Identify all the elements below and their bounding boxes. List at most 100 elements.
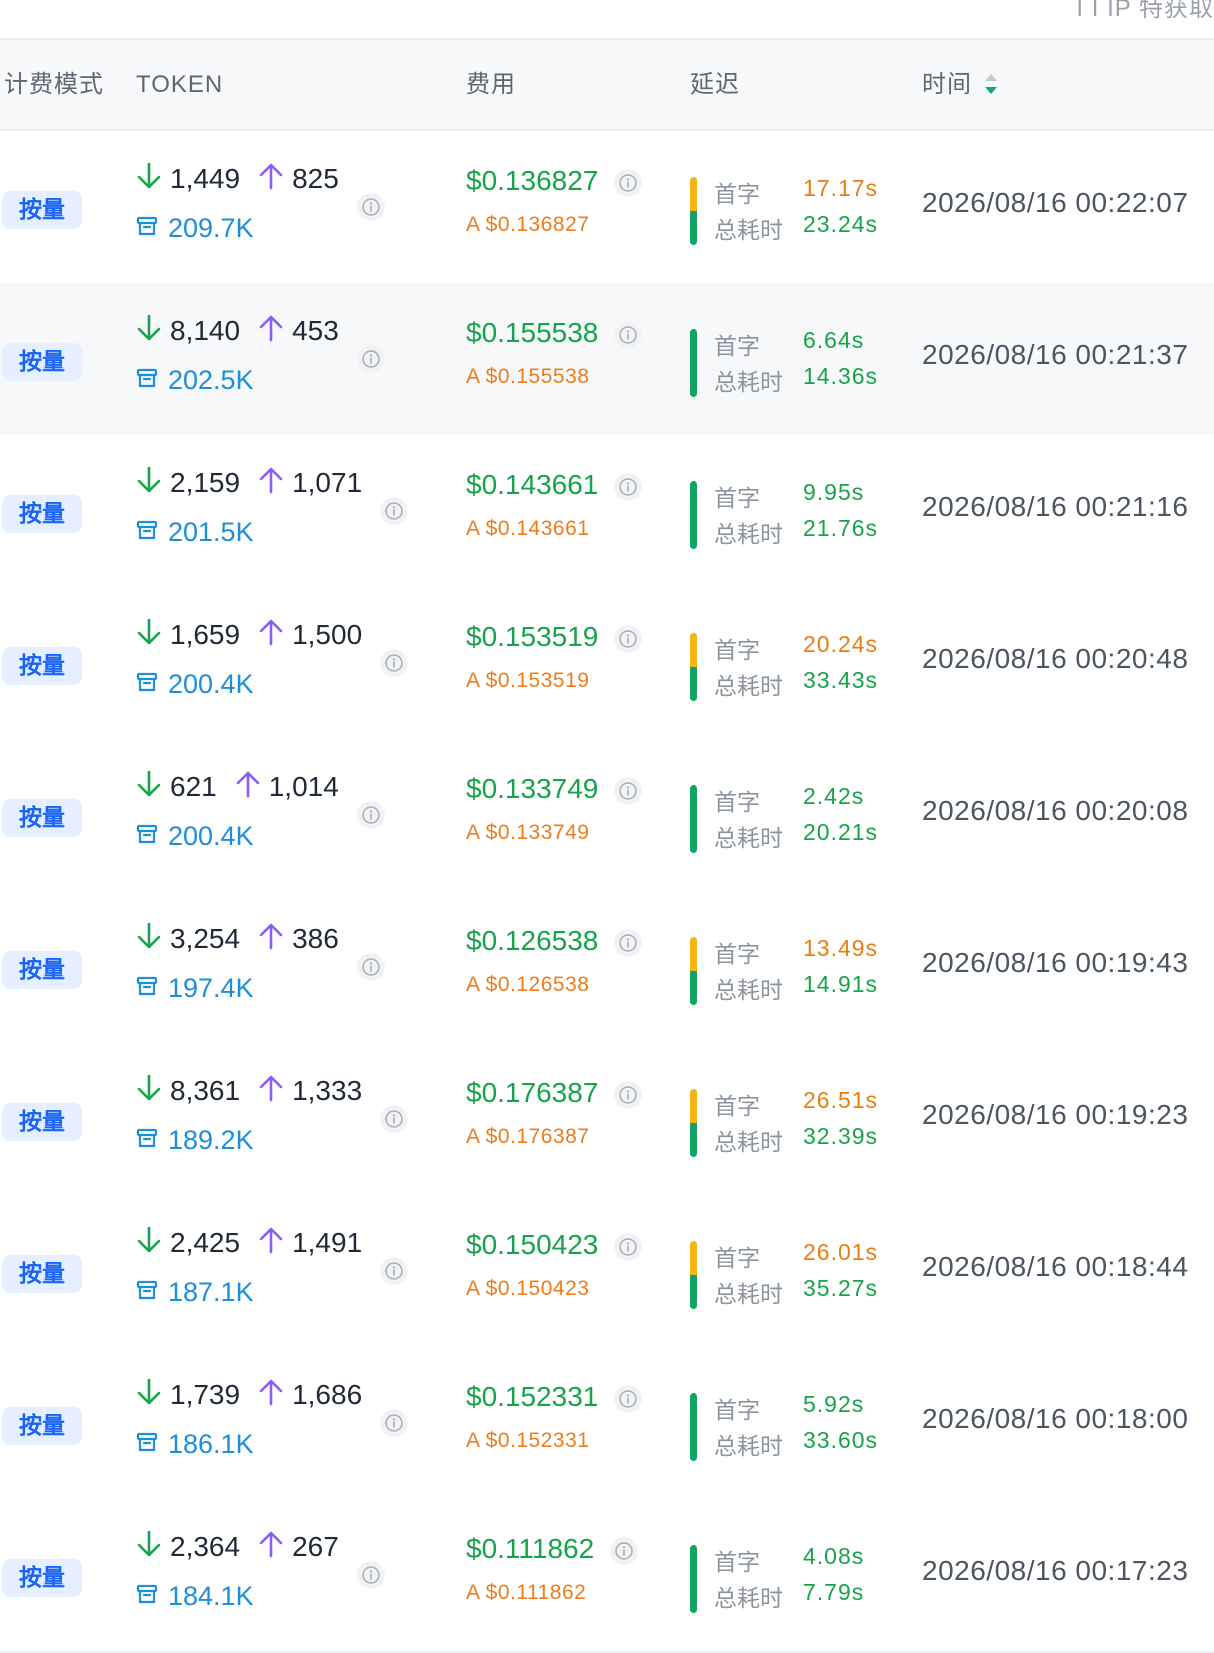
input-arrow-icon bbox=[136, 617, 162, 654]
cache-tokens: 209.7K bbox=[136, 211, 254, 245]
cache-tokens: 189.2K bbox=[136, 1123, 254, 1157]
token-info-icon[interactable] bbox=[357, 801, 385, 829]
token-io: 1,659 1,500 bbox=[136, 617, 380, 653]
total-latency: 14.36s bbox=[803, 363, 879, 389]
table-row[interactable]: 按量 3,254 386 197.4K $0.126538 A $0.126538 首字 13… bbox=[0, 891, 1214, 1045]
output-arrow-icon bbox=[258, 1073, 284, 1110]
table-row[interactable]: 按量 8,140 453 202.5K $0.155538 A $0.155538 首字 6.… bbox=[0, 283, 1214, 437]
timestamp: 2026/08/16 00:18:44 bbox=[922, 1251, 1189, 1282]
first-token-latency: 4.08s bbox=[803, 1543, 865, 1569]
cost-detail: A $0.155538 bbox=[466, 365, 590, 388]
total-latency: 32.39s bbox=[803, 1123, 879, 1149]
token-info-icon[interactable] bbox=[380, 497, 408, 525]
token-io: 8,140 453 bbox=[136, 313, 357, 349]
token-info-icon[interactable] bbox=[357, 1561, 385, 1589]
cost-info-icon[interactable] bbox=[614, 625, 642, 653]
cache-tokens: 202.5K bbox=[136, 363, 254, 397]
latency-indicator-bar bbox=[690, 177, 697, 245]
token-info-icon[interactable] bbox=[380, 1257, 408, 1285]
token-io: 1,739 1,686 bbox=[136, 1377, 380, 1413]
timestamp: 2026/08/16 00:21:37 bbox=[922, 339, 1189, 370]
table-row[interactable]: 按量 2,425 1,491 187.1K $0.150423 A $0.150423 首字… bbox=[0, 1195, 1214, 1349]
latency-indicator-bar bbox=[690, 633, 697, 701]
table-row[interactable]: 按量 1,739 1,686 186.1K $0.152331 A $0.152331 首字… bbox=[0, 1347, 1214, 1501]
cache-tokens-value: 184.1K bbox=[168, 1580, 254, 1611]
table-row[interactable]: 按量 2,364 267 184.1K $0.111862 A $0.111862 首字 4.… bbox=[0, 1499, 1214, 1653]
cache-icon bbox=[136, 973, 168, 1004]
first-token-latency: 6.64s bbox=[803, 327, 865, 353]
billing-mode-badge: 按量 bbox=[2, 951, 82, 989]
first-token-label: 首字 bbox=[714, 182, 760, 208]
cost-info-icon[interactable] bbox=[614, 1233, 642, 1261]
table-row[interactable]: 按量 1,659 1,500 200.4K $0.153519 A $0.153519 首字… bbox=[0, 587, 1214, 741]
cost-info-icon[interactable] bbox=[610, 1537, 638, 1565]
cost-value: $0.176387 bbox=[466, 1077, 599, 1108]
billing-mode-badge: 按量 bbox=[2, 1407, 82, 1445]
latency-indicator-bar bbox=[690, 1393, 697, 1461]
input-tokens: 1,659 bbox=[170, 619, 241, 650]
total-latency: 33.60s bbox=[803, 1427, 879, 1453]
billing-mode-badge: 按量 bbox=[2, 799, 82, 837]
token-info-icon[interactable] bbox=[380, 1105, 408, 1133]
timestamp: 2026/08/16 00:21:16 bbox=[922, 491, 1189, 522]
total-time-label: 总耗时 bbox=[714, 674, 783, 700]
output-arrow-icon bbox=[258, 1529, 284, 1566]
token-info-icon[interactable] bbox=[357, 193, 385, 221]
cache-tokens-value: 197.4K bbox=[168, 972, 254, 1003]
total-latency: 20.21s bbox=[803, 819, 879, 845]
column-header-time[interactable]: 时间 bbox=[922, 40, 972, 129]
cache-tokens: 201.5K bbox=[136, 515, 254, 549]
table-row[interactable]: 按量 8,361 1,333 189.2K $0.176387 A $0.176387 首字… bbox=[0, 1043, 1214, 1197]
token-info-icon[interactable] bbox=[380, 1409, 408, 1437]
cost-info-icon[interactable] bbox=[614, 169, 642, 197]
cache-tokens: 184.1K bbox=[136, 1579, 254, 1613]
token-io: 2,364 267 bbox=[136, 1529, 357, 1565]
cost-info-icon[interactable] bbox=[614, 1081, 642, 1109]
cache-tokens-value: 200.4K bbox=[168, 820, 254, 851]
first-token-label: 首字 bbox=[714, 790, 760, 816]
latency-indicator-bar bbox=[690, 1241, 697, 1309]
cost-detail: A $0.153519 bbox=[466, 669, 590, 692]
cost-info-icon[interactable] bbox=[614, 1385, 642, 1413]
output-arrow-icon bbox=[258, 313, 284, 350]
billing-mode-badge: 按量 bbox=[2, 343, 82, 381]
total-latency: 23.24s bbox=[803, 211, 879, 237]
first-token-latency: 13.49s bbox=[803, 935, 879, 961]
timestamp: 2026/08/16 00:18:00 bbox=[922, 1403, 1189, 1434]
table-row[interactable]: 按量 621 1,014 200.4K $0.133749 A $0.133749 首字 2.… bbox=[0, 739, 1214, 893]
output-arrow-icon bbox=[258, 161, 284, 198]
sort-toggle-icon[interactable] bbox=[984, 68, 998, 100]
first-token-latency: 9.95s bbox=[803, 479, 865, 505]
cost-info-icon[interactable] bbox=[614, 473, 642, 501]
timestamp: 2026/08/16 00:22:07 bbox=[922, 187, 1189, 218]
latency-indicator-bar bbox=[690, 481, 697, 549]
column-header-latency: 延迟 bbox=[690, 71, 740, 98]
cache-icon bbox=[136, 1429, 168, 1460]
cache-tokens: 197.4K bbox=[136, 971, 254, 1005]
table-row[interactable]: 按量 2,159 1,071 201.5K $0.143661 A $0.143661 首字… bbox=[0, 435, 1214, 589]
token-info-icon[interactable] bbox=[357, 953, 385, 981]
table-row[interactable]: 按量 1,449 825 209.7K $0.136827 A $0.136827 首字 17… bbox=[0, 131, 1214, 285]
cost-info-icon[interactable] bbox=[614, 929, 642, 957]
cost-info-icon[interactable] bbox=[614, 321, 642, 349]
cache-icon bbox=[136, 669, 168, 700]
cost-value: $0.126538 bbox=[466, 925, 599, 956]
cost-info-icon[interactable] bbox=[614, 777, 642, 805]
output-tokens: 1,333 bbox=[292, 1075, 363, 1106]
token-info-icon[interactable] bbox=[380, 649, 408, 677]
cache-icon bbox=[136, 1277, 168, 1308]
cost-value: $0.150423 bbox=[466, 1229, 599, 1260]
total-time-label: 总耗时 bbox=[714, 370, 783, 396]
latency-indicator-bar bbox=[690, 1089, 697, 1157]
billing-mode-badge: 按量 bbox=[2, 1255, 82, 1293]
token-info-icon[interactable] bbox=[357, 345, 385, 373]
cost-value: $0.143661 bbox=[466, 469, 599, 500]
toolbar-strip: I I IP 特获取 bbox=[0, 0, 1214, 40]
total-time-label: 总耗时 bbox=[714, 826, 783, 852]
column-header-cost: 费用 bbox=[466, 71, 516, 98]
cost-value: $0.152331 bbox=[466, 1381, 599, 1412]
billing-mode-badge: 按量 bbox=[2, 1559, 82, 1597]
column-header-token: TOKEN bbox=[136, 71, 224, 98]
cost-detail: A $0.176387 bbox=[466, 1125, 590, 1148]
first-token-latency: 26.51s bbox=[803, 1087, 879, 1113]
